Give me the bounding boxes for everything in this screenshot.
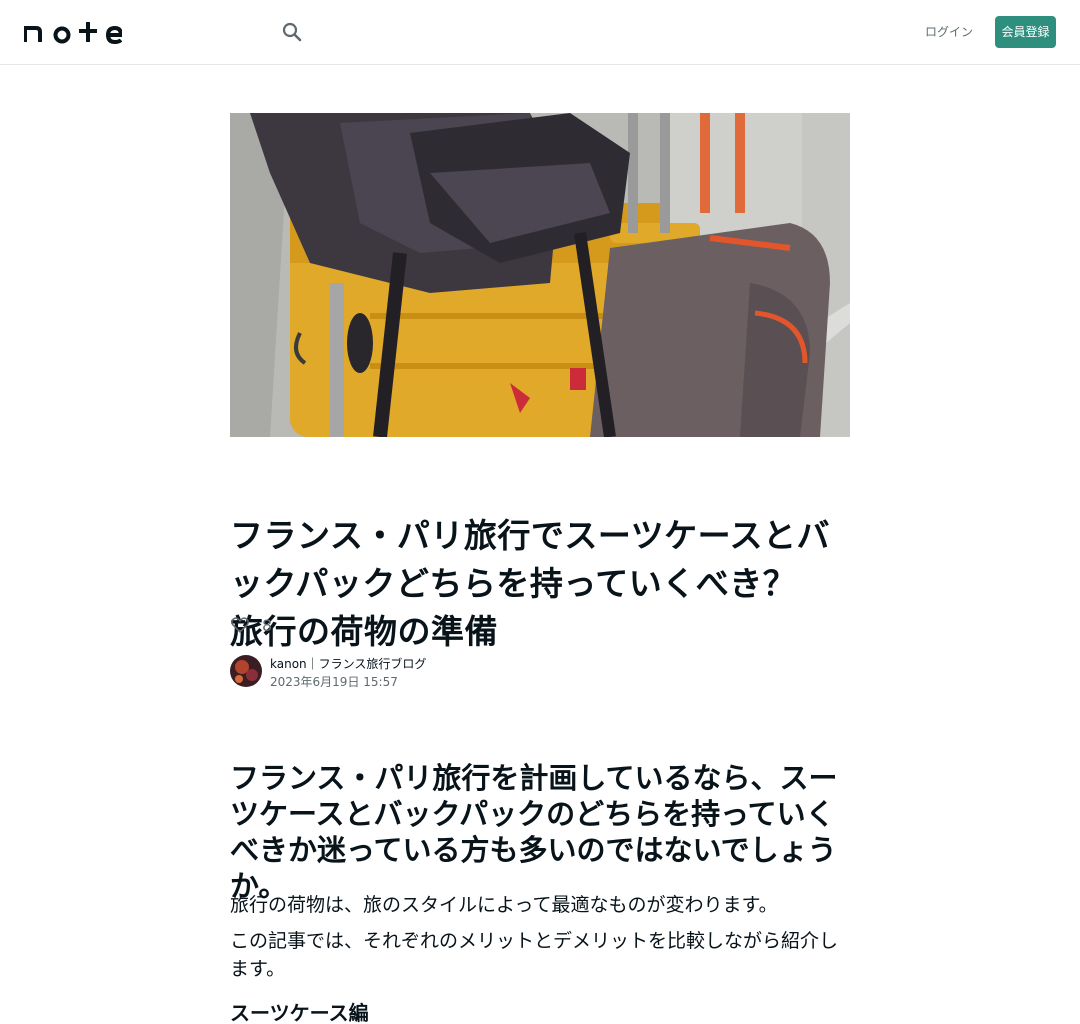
search-button[interactable] bbox=[280, 20, 304, 44]
author-name[interactable]: kanon｜フランス旅行ブログ bbox=[270, 656, 426, 672]
post-date: 2023年6月19日 15:57 bbox=[270, 675, 398, 689]
body-paragraph: 旅行の荷物は、旅のスタイルによって最適なものが変わります。 bbox=[230, 894, 778, 916]
login-link[interactable]: ログイン bbox=[924, 16, 974, 48]
note-logo[interactable] bbox=[23, 20, 124, 45]
luggage-photo-icon bbox=[230, 113, 850, 437]
body-paragraph: この記事では、それぞれのメリットとデメリットを比較しながら紹介します。 bbox=[230, 930, 839, 980]
like-count: 8 bbox=[262, 615, 273, 635]
top-header: ログイン 会員登録 bbox=[0, 0, 1080, 65]
search-icon bbox=[282, 22, 302, 42]
author-avatar[interactable] bbox=[230, 655, 262, 687]
hero-image bbox=[230, 113, 850, 437]
avatar-icon bbox=[230, 655, 262, 687]
note-logo-icon bbox=[23, 22, 124, 45]
article-title: フランス・パリ旅行でスーツケースとバックパックどちらを持っていくべき？ 旅行の荷… bbox=[230, 516, 831, 651]
signup-button[interactable]: 会員登録 bbox=[995, 16, 1056, 48]
section-heading: スーツケース編 bbox=[230, 1001, 369, 1024]
article-lead: フランス・パリ旅行を計画しているなら、スーツケースとバックパックのどちらを持って… bbox=[230, 761, 838, 903]
like-section: 8 bbox=[230, 614, 272, 636]
heart-icon[interactable] bbox=[230, 615, 250, 635]
